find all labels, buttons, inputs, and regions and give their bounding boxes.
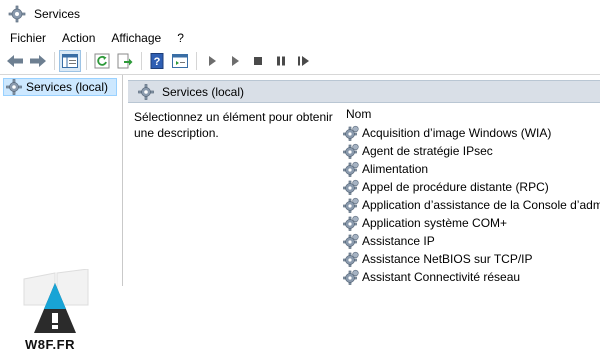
service-gear-icon: [343, 251, 359, 267]
service-gear-icon: [343, 143, 359, 159]
toolbar-separator: [86, 52, 87, 70]
arrow-right-icon: [30, 55, 46, 67]
service-gear-icon: [343, 269, 359, 285]
list-item[interactable]: Assistant Connectivité réseau: [343, 268, 600, 286]
services-list: Acquisition d’image Windows (WIA) Agent …: [343, 124, 600, 286]
service-description: Sélectionnez un élément pour obtenir une…: [134, 110, 333, 140]
show-hide-console-tree-button[interactable]: [59, 50, 81, 72]
properties-icon: [172, 54, 188, 68]
content-header: Services (local): [128, 80, 600, 103]
stop-icon: [254, 57, 262, 65]
list-item[interactable]: Agent de stratégie IPsec: [343, 142, 600, 160]
help-button[interactable]: ?: [146, 50, 168, 72]
menu-bar: Fichier Action Affichage ?: [0, 28, 600, 48]
service-gear-icon: [343, 125, 359, 141]
service-gear-icon: [343, 161, 359, 177]
service-name: Application système COM+: [362, 216, 508, 230]
start-service-button[interactable]: [201, 50, 223, 72]
back-button[interactable]: [4, 50, 26, 72]
menu-fichier[interactable]: Fichier: [0, 28, 54, 48]
list-item[interactable]: Assistance NetBIOS sur TCP/IP: [343, 250, 600, 268]
list-item[interactable]: Appel de procédure distante (RPC): [343, 178, 600, 196]
service-name: Alimentation: [362, 162, 429, 176]
service-name: Acquisition d’image Windows (WIA): [362, 126, 552, 140]
toolbar: ?: [0, 48, 600, 75]
tree-item-services-local[interactable]: Services (local): [3, 78, 117, 96]
service-gear-icon: [343, 215, 359, 231]
menu-affichage[interactable]: Affichage: [103, 28, 169, 48]
svg-text:?: ?: [154, 56, 161, 68]
service-gear-icon: [343, 197, 359, 213]
forward-button[interactable]: [27, 50, 49, 72]
console-tree-icon: [62, 54, 78, 68]
pause-service-button[interactable]: [270, 50, 292, 72]
menu-help[interactable]: ?: [169, 28, 192, 48]
gear-icon: [138, 83, 154, 100]
menu-action[interactable]: Action: [54, 28, 103, 48]
service-name: Application d’assistance de la Console d…: [362, 198, 600, 212]
list-item[interactable]: Alimentation: [343, 160, 600, 178]
list-item[interactable]: Acquisition d’image Windows (WIA): [343, 124, 600, 142]
toolbar-separator: [196, 52, 197, 70]
restart-icon: [298, 56, 309, 66]
play-icon: [232, 56, 239, 66]
restart-service-button[interactable]: [293, 50, 315, 72]
column-header-name[interactable]: Nom: [346, 107, 371, 121]
list-item[interactable]: Application système COM+: [343, 214, 600, 232]
service-name: Assistant Connectivité réseau: [362, 270, 521, 284]
service-name: Assistance IP: [362, 234, 435, 248]
refresh-icon: [94, 53, 110, 69]
play-icon: [209, 56, 216, 66]
service-gear-icon: [343, 233, 359, 249]
title-bar: Services: [0, 0, 600, 28]
list-item[interactable]: Assistance IP: [343, 232, 600, 250]
window-title: Services: [34, 7, 81, 21]
list-item[interactable]: Application d’assistance de la Console d…: [343, 196, 600, 214]
export-icon: [117, 53, 133, 69]
service-name: Assistance NetBIOS sur TCP/IP: [362, 252, 533, 266]
help-book-icon: ?: [150, 53, 164, 69]
console-tree: Services (local) W8F.FR: [0, 75, 123, 352]
tree-item-label: Services (local): [26, 80, 109, 94]
gear-icon: [8, 5, 26, 23]
content-header-title: Services (local): [162, 84, 245, 99]
stop-service-button[interactable]: [247, 50, 269, 72]
toolbar-separator: [141, 52, 142, 70]
pause-icon: [277, 56, 285, 66]
service-gear-icon: [343, 179, 359, 195]
service-name: Appel de procédure distante (RPC): [362, 180, 549, 194]
export-list-button[interactable]: [114, 50, 136, 72]
arrow-left-icon: [7, 55, 23, 67]
refresh-button[interactable]: [91, 50, 113, 72]
properties-button[interactable]: [169, 50, 191, 72]
start-service-alt-button[interactable]: [224, 50, 246, 72]
gear-icon: [6, 79, 22, 95]
service-name: Agent de stratégie IPsec: [362, 144, 493, 158]
watermark-text: W8F.FR: [25, 337, 75, 352]
toolbar-separator: [54, 52, 55, 70]
